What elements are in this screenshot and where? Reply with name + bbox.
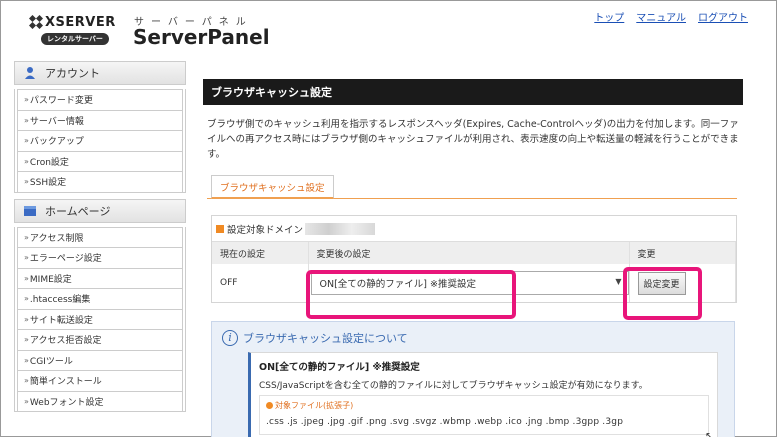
sidebar-item-mime[interactable]: » MIME設定 <box>17 267 183 289</box>
info-box-description: CSS/JavaScriptを含む全ての静的ファイルに対してブラウザキャッシュ設… <box>259 381 648 391</box>
top-link[interactable]: トップ <box>594 9 624 24</box>
arrow-icon: » <box>24 115 29 125</box>
arrow-icon: » <box>24 396 29 406</box>
sidebar-heading-label: ホームページ <box>45 204 111 218</box>
tab-bar: ブラウザキャッシュ設定 <box>207 175 737 199</box>
arrow-icon: » <box>24 355 29 365</box>
xserver-mark-icon <box>29 15 43 29</box>
sidebar-item-ssh[interactable]: » SSH設定 <box>17 171 183 193</box>
logout-link[interactable]: ログアウト <box>698 9 748 24</box>
arrow-icon: » <box>24 232 29 242</box>
sidebar-item-label: Webフォント設定 <box>29 397 104 408</box>
table-header-row: 現在の設定 変更後の設定 変更 <box>212 242 736 264</box>
sidebar-item-label: 簡単インストール <box>29 377 102 388</box>
arrow-icon: » <box>24 335 29 345</box>
sidebar-item-label: バックアップ <box>29 137 84 148</box>
sidebar-item-label: サイト転送設定 <box>29 315 93 326</box>
sidebar-item-label: Cron設定 <box>29 157 69 168</box>
sidebar-item-web-font[interactable]: » Webフォント設定 <box>17 390 183 412</box>
sidebar-item-cron[interactable]: » Cron設定 <box>17 150 183 172</box>
top-links: トップ マニュアル ログアウト <box>594 9 748 24</box>
arrow-icon: » <box>24 376 29 386</box>
user-icon <box>25 67 35 79</box>
sidebar-item-label: パスワード変更 <box>29 96 93 107</box>
sidebar-item-label: サーバー情報 <box>29 116 84 127</box>
sidebar-item-label: CGIツール <box>29 356 73 367</box>
highlight-select <box>306 270 516 319</box>
sidebar-item-server-info[interactable]: » サーバー情報 <box>17 109 183 131</box>
info-icon: i <box>222 330 238 346</box>
page-description: ブラウザ側でのキャッシュ利用を指示するレスポンスヘッダ(Expires, Cac… <box>207 119 739 160</box>
info-box-title: ON[全ての静的ファイル] ※推奨設定 <box>259 362 420 373</box>
sidebar-item-site-forward[interactable]: » サイト転送設定 <box>17 308 183 330</box>
sidebar-item-label: .htaccess編集 <box>29 295 91 306</box>
homepage-menu: » アクセス制限 » エラーページ設定 » MIME設定 » .htaccess編集 »… <box>14 226 186 412</box>
arrow-icon: » <box>24 95 29 105</box>
sidebar-item-label: アクセス制限 <box>29 233 84 244</box>
sidebar-item-easy-install[interactable]: » 簡単インストール <box>17 370 183 392</box>
info-heading: i ブラウザキャッシュ設定について <box>222 330 408 346</box>
main-content: ブラウザキャッシュ設定 ブラウザ側でのキャッシュ利用を指示するレスポンスヘッダ(… <box>203 79 743 303</box>
arrow-icon: » <box>24 156 29 166</box>
sidebar-heading-account: アカウント <box>14 61 186 85</box>
arrow-icon: » <box>24 294 29 304</box>
square-bullet-icon <box>216 224 224 233</box>
sidebar-item-password[interactable]: » パスワード変更 <box>17 89 183 111</box>
sidebar-item-access-limit[interactable]: » アクセス制限 <box>17 226 183 248</box>
sidebar-item-label: MIME設定 <box>29 274 72 285</box>
highlight-button <box>623 267 702 320</box>
sidebar-item-label: エラーページ設定 <box>29 254 102 265</box>
col-change: 変更 <box>629 242 736 264</box>
sidebar: アカウント » パスワード変更 » サーバー情報 » バックアップ » Cron設定 »… <box>14 61 186 418</box>
arrow-icon: » <box>24 314 29 324</box>
sidebar-item-label: アクセス拒否設定 <box>29 336 102 347</box>
xserver-logo[interactable]: XSERVER レンタルサーバー <box>23 13 115 53</box>
panel-title: ServerPanel <box>133 25 270 49</box>
rental-badge: レンタルサーバー <box>41 33 109 45</box>
sidebar-item-cgi-tools[interactable]: » CGIツール <box>17 349 183 371</box>
arrow-icon: » <box>24 253 29 263</box>
header: XSERVER レンタルサーバー サーバーパネル ServerPanel トップ… <box>1 1 776 59</box>
sidebar-item-label: SSH設定 <box>29 178 67 189</box>
dropdown-caret-icon: ▼ <box>615 277 622 286</box>
manual-link[interactable]: マニュアル <box>636 9 686 24</box>
redacted-domain <box>305 222 376 235</box>
arrow-icon: » <box>24 136 29 146</box>
col-current: 現在の設定 <box>212 242 309 264</box>
sidebar-item-access-deny[interactable]: » アクセス拒否設定 <box>17 329 183 351</box>
target-files-label: 対象ファイル(拡張子) <box>266 400 702 411</box>
homepage-icon <box>24 205 36 216</box>
info-heading-label: ブラウザキャッシュ設定について <box>243 332 408 345</box>
orange-dot-icon <box>266 402 273 409</box>
sidebar-heading-label: アカウント <box>45 67 100 80</box>
arrow-icon: » <box>24 273 29 283</box>
mouse-cursor-icon: ↖ <box>705 431 714 437</box>
domain-label: 設定対象ドメイン <box>227 224 304 236</box>
account-menu: » パスワード変更 » サーバー情報 » バックアップ » Cron設定 » SSH設定 <box>14 89 186 193</box>
target-files-box: 対象ファイル(拡張子) .css .js .jpeg .jpg .gif .pn… <box>259 395 709 435</box>
tab-browser-cache[interactable]: ブラウザキャッシュ設定 <box>211 175 334 199</box>
target-label-text: 対象ファイル(拡張子) <box>275 401 354 410</box>
sidebar-item-htaccess[interactable]: » .htaccess編集 <box>17 288 183 310</box>
extension-list: .css .js .jpeg .jpg .gif .png .svg .svgz… <box>266 417 624 427</box>
brand-name: XSERVER <box>45 15 116 30</box>
arrow-icon: » <box>24 177 29 187</box>
sidebar-heading-homepage: ホームページ <box>14 198 186 223</box>
info-box: ON[全ての静的ファイル] ※推奨設定 CSS/JavaScriptを含む全ての… <box>248 352 718 437</box>
current-setting: OFF <box>212 264 309 302</box>
sidebar-item-backup[interactable]: » バックアップ <box>17 130 183 152</box>
domain-row: 設定対象ドメイン <box>212 216 736 242</box>
page-title: ブラウザキャッシュ設定 <box>203 79 743 105</box>
info-section: i ブラウザキャッシュ設定について ON[全ての静的ファイル] ※推奨設定 CS… <box>211 321 735 437</box>
sidebar-item-error-page[interactable]: » エラーページ設定 <box>17 247 183 269</box>
col-new: 変更後の設定 <box>308 242 630 264</box>
